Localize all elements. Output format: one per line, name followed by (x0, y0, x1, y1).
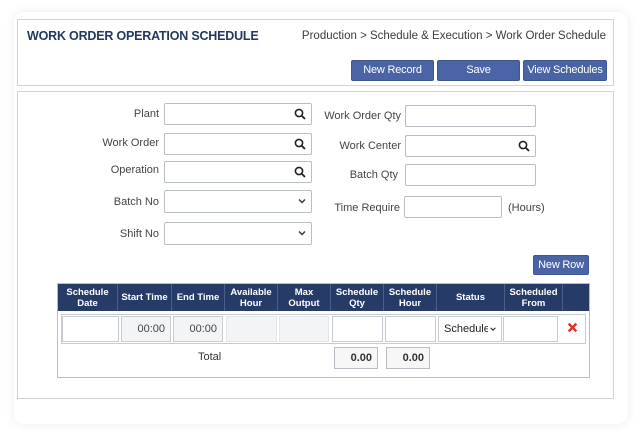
col-action (563, 284, 589, 311)
view-schedules-button[interactable]: View Schedules (523, 60, 607, 81)
time-require-unit: (Hours) (508, 202, 545, 214)
operation-label: Operation (110, 164, 159, 176)
col-schedule-hour: Schedule Hour (384, 284, 437, 311)
start-time-input[interactable]: 00:00 (121, 316, 171, 342)
col-schedule-qty: Schedule Qty (331, 284, 384, 311)
chevron-down-icon (298, 231, 306, 236)
col-start-time: Start Time (118, 284, 172, 311)
operation-field[interactable] (164, 161, 312, 183)
page-title: WORK ORDER OPERATION SCHEDULE (27, 29, 259, 43)
form-card: Plant Work Order Operation Batch No Shif… (17, 91, 614, 399)
time-require-label: Time Require (334, 202, 400, 214)
batch-qty-label: Batch Qty (349, 169, 398, 181)
col-end-time: End Time (172, 284, 225, 311)
total-hour: 0.00 (386, 347, 430, 369)
plant-field[interactable] (164, 103, 312, 125)
chevron-down-icon (298, 199, 306, 204)
search-icon[interactable] (294, 138, 306, 150)
status-value: Scheduled (444, 323, 488, 335)
schedule-qty-input[interactable] (332, 316, 383, 342)
new-record-button[interactable]: New Record (351, 60, 434, 81)
table-header: Schedule Date Start Time End Time Availa… (58, 284, 589, 311)
available-hour-cell (226, 316, 277, 342)
total-label: Total (198, 351, 222, 363)
schedule-hour-input[interactable] (385, 316, 436, 342)
search-icon[interactable] (518, 140, 530, 152)
chevron-down-icon (490, 327, 496, 331)
work-center-field[interactable] (405, 135, 536, 157)
shift-no-label: Shift No (119, 228, 159, 240)
batch-qty-field[interactable] (405, 164, 536, 186)
end-time-input[interactable]: 00:00 (173, 316, 223, 342)
col-status: Status (437, 284, 505, 311)
col-available-hour: Available Hour (225, 284, 278, 311)
col-max-output: Max Output (278, 284, 331, 311)
schedule-table: Schedule Date Start Time End Time Availa… (57, 283, 590, 378)
work-order-label: Work Order (102, 137, 159, 149)
search-icon[interactable] (294, 108, 306, 120)
work-order-qty-label: Work Order Qty (324, 110, 401, 122)
total-qty: 0.00 (334, 347, 378, 369)
close-icon[interactable] (567, 322, 578, 333)
scheduled-from-input[interactable] (503, 316, 558, 342)
work-center-label: Work Center (339, 140, 401, 152)
schedule-date-input[interactable] (62, 316, 119, 342)
save-button[interactable]: Save (437, 60, 520, 81)
header-card: WORK ORDER OPERATION SCHEDULE Production… (17, 19, 614, 86)
work-order-field[interactable] (164, 133, 312, 155)
max-output-cell (279, 316, 329, 342)
new-row-button[interactable]: New Row (533, 255, 589, 275)
breadcrumb: Production > Schedule & Execution > Work… (301, 30, 606, 42)
col-schedule-date: Schedule Date (58, 284, 118, 311)
search-icon[interactable] (294, 166, 306, 178)
work-order-qty-field[interactable] (405, 105, 536, 127)
batch-no-label: Batch No (113, 196, 159, 208)
batch-no-select[interactable] (164, 190, 312, 213)
status-select[interactable]: Scheduled (438, 316, 502, 342)
plant-label: Plant (133, 108, 159, 120)
shift-no-select[interactable] (164, 222, 312, 245)
time-require-field[interactable] (404, 196, 502, 218)
col-scheduled-from: Scheduled From (505, 284, 563, 311)
